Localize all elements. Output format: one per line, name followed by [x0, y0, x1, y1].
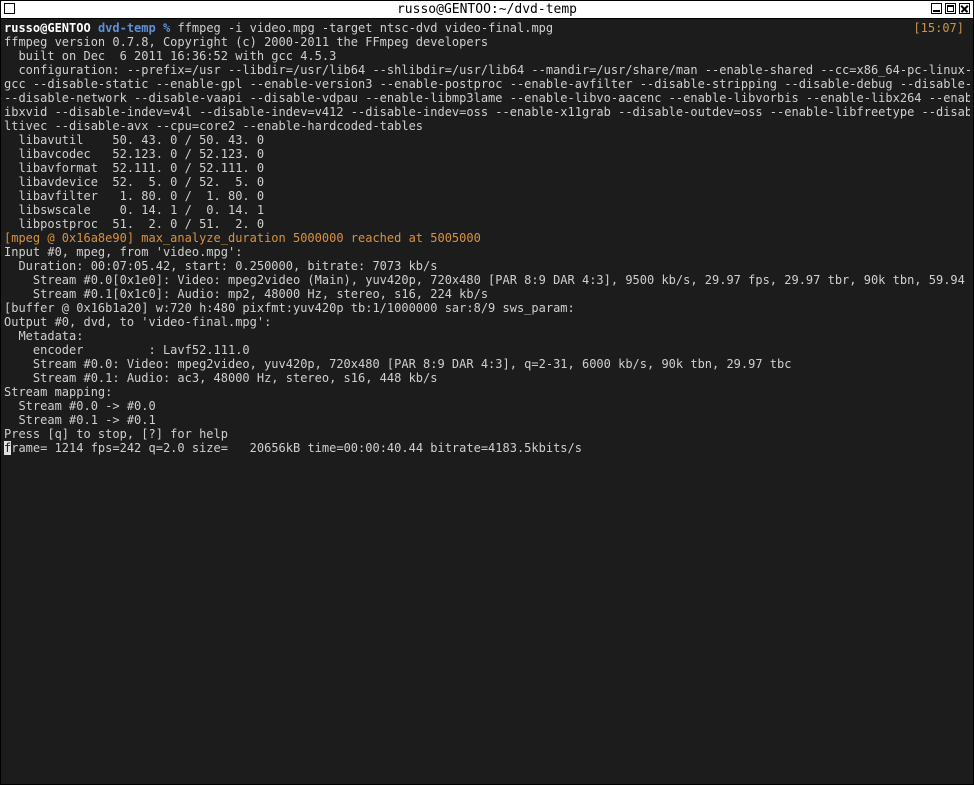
output-line: Duration: 00:07:05.42, start: 0.250000, … — [4, 259, 438, 273]
output-line: libavfilter 1. 80. 0 / 1. 80. 0 — [4, 189, 265, 203]
maximize-button[interactable] — [945, 3, 956, 14]
output-line: ibxvid --disable-indev=v4l --disable-ind… — [4, 105, 970, 119]
progress-line: frame= 1214 fps=242 q=2.0 size= 20656kB … — [4, 441, 970, 455]
prompt-line: russo@GENTOO dvd-temp % ffmpeg -i video.… — [4, 21, 970, 35]
prompt-sign: % — [162, 21, 171, 35]
output-line: Stream #0.0 -> #0.0 — [4, 399, 156, 413]
minimize-button[interactable] — [931, 3, 942, 14]
output-line: Stream #0.0[0x1e0]: Video: mpeg2video (M… — [4, 273, 970, 287]
terminal-output[interactable]: russo@GENTOO dvd-temp % ffmpeg -i video.… — [4, 21, 970, 781]
output-line: libavutil 50. 43. 0 / 50. 43. 0 — [4, 133, 265, 147]
output-line: Metadata: — [4, 329, 84, 343]
prompt-user-host: russo@GENTOO — [4, 21, 91, 35]
prompt-directory: dvd-temp — [97, 21, 156, 35]
output-line: built on Dec 6 2011 16:36:52 with gcc 4.… — [4, 49, 337, 63]
output-line: libswscale 0. 14. 1 / 0. 14. 1 — [4, 203, 265, 217]
output-line: encoder : Lavf52.111.0 — [4, 343, 250, 357]
terminal-window[interactable]: russo@GENTOO:~/dvd-temp russo@GENTOO dvd… — [0, 0, 974, 785]
output-line: configuration: --prefix=/usr --libdir=/u… — [4, 63, 970, 77]
output-line: libavdevice 52. 5. 0 / 52. 5. 0 — [4, 175, 265, 189]
output-line: Stream #0.1: Audio: ac3, 48000 Hz, stere… — [4, 371, 438, 385]
output-line: ltivec --disable-avx --cpu=core2 --enabl… — [4, 119, 424, 133]
output-line: gcc --disable-static --enable-gpl --enab… — [4, 77, 970, 91]
prompt-clock: [15:07] — [913, 21, 964, 35]
output-line: Stream #0.1 -> #0.1 — [4, 413, 156, 427]
progress-text: rame= 1214 fps=242 q=2.0 size= 20656kB t… — [11, 441, 582, 455]
title-bar[interactable]: russo@GENTOO:~/dvd-temp — [1, 1, 973, 19]
output-line: --disable-network --disable-vaapi --disa… — [4, 91, 970, 105]
output-line: libpostproc 51. 2. 0 / 51. 2. 0 — [4, 217, 265, 231]
output-line: [buffer @ 0x16b1a20] w:720 h:480 pixfmt:… — [4, 301, 575, 315]
output-line: Output #0, dvd, to 'video-final.mpg': — [4, 315, 272, 329]
warning-line: [mpeg @ 0x16a8e90] max_analyze_duration … — [4, 231, 481, 245]
output-line: libavcodec 52.123. 0 / 52.123. 0 — [4, 147, 265, 161]
window-title: russo@GENTOO:~/dvd-temp — [396, 2, 577, 17]
output-line: Press [q] to stop, [?] for help — [4, 427, 228, 441]
output-line: Stream mapping: — [4, 385, 113, 399]
output-line: Stream #0.0: Video: mpeg2video, yuv420p,… — [4, 357, 792, 371]
output-line: ffmpeg version 0.7.8, Copyright (c) 2000… — [4, 35, 489, 49]
output-line: Stream #0.1[0x1c0]: Audio: mp2, 48000 Hz… — [4, 287, 489, 301]
close-button[interactable] — [959, 3, 970, 14]
output-line: Input #0, mpeg, from 'video.mpg': — [4, 245, 243, 259]
output-line: libavformat 52.111. 0 / 52.111. 0 — [4, 161, 265, 175]
command-text: ffmpeg -i video.mpg -target ntsc-dvd vid… — [177, 21, 554, 35]
